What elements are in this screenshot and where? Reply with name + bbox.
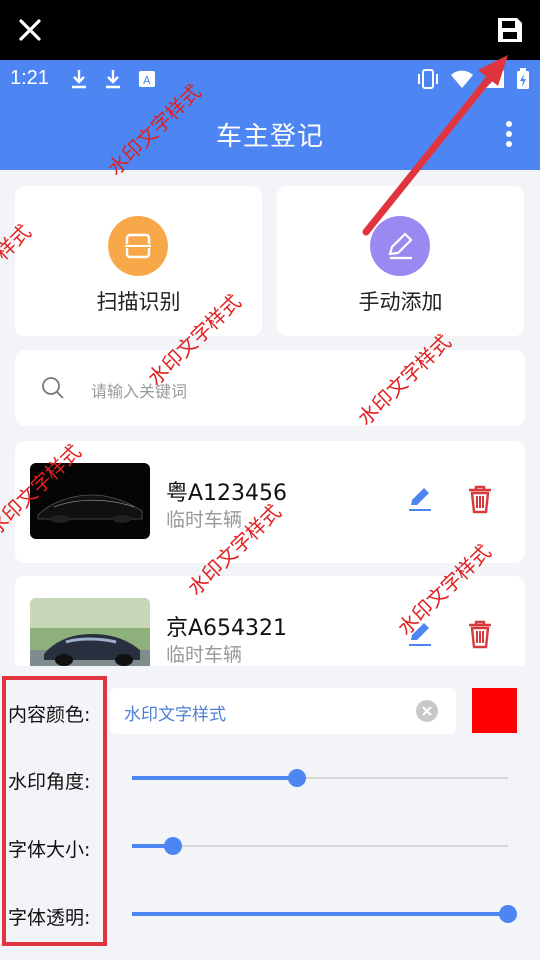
manual-add-label: 手动添加: [358, 290, 443, 314]
vehicle-plate: 京A654321: [166, 616, 288, 641]
scan-recognize-label: 扫描识别: [96, 290, 181, 314]
car-photo: [30, 463, 150, 539]
vehicle-row[interactable]: 粤A123456 临时车辆: [15, 441, 525, 563]
font-size-slider[interactable]: [132, 836, 508, 856]
pencil-icon: [370, 216, 430, 276]
trash-icon[interactable]: [466, 619, 494, 649]
highlight-box: [2, 676, 107, 946]
battery-icon: [517, 68, 529, 89]
manual-add-card[interactable]: 手动添加: [277, 186, 524, 336]
search-bar[interactable]: 请输入关键词: [15, 350, 525, 426]
slider-thumb[interactable]: [288, 769, 306, 787]
search-input[interactable]: 请输入关键词: [91, 378, 187, 402]
slider-thumb[interactable]: [164, 837, 182, 855]
translate-icon: A: [139, 71, 155, 87]
scan-recognize-card[interactable]: 扫描识别: [15, 186, 262, 336]
screen: 1:21 A 车主登记 扫描识别 手动添加 请输入关键词 粤A123456 临时…: [0, 0, 540, 960]
font-opacity-slider[interactable]: [132, 904, 517, 924]
watermark-text-value[interactable]: 水印文字样式: [124, 700, 226, 725]
more-icon[interactable]: [504, 120, 514, 148]
svg-text:A: A: [143, 74, 151, 87]
app-bar: 车主登记: [0, 98, 540, 170]
vehicle-plate: 粤A123456: [166, 481, 288, 506]
vehicle-type: 临时车辆: [166, 509, 243, 531]
vehicle-type: 临时车辆: [166, 644, 243, 666]
wifi-icon: [451, 70, 473, 88]
slider-thumb[interactable]: [499, 905, 517, 923]
watermark-text-input[interactable]: 水印文字样式: [110, 688, 456, 734]
car-photo: [30, 598, 150, 674]
search-icon: [42, 377, 64, 399]
vibrate-icon: [418, 69, 438, 89]
status-notifications: A: [68, 68, 158, 90]
status-bar: 1:21 A: [0, 60, 540, 98]
status-system-icons: [416, 68, 530, 90]
color-swatch[interactable]: [472, 688, 517, 733]
edit-icon[interactable]: [406, 620, 434, 648]
save-icon[interactable]: [494, 14, 526, 46]
angle-slider[interactable]: [132, 768, 508, 788]
edit-icon[interactable]: [406, 485, 434, 513]
download-icon: [72, 70, 86, 89]
download-icon: [106, 70, 120, 89]
scan-icon: [108, 216, 168, 276]
signal-icon: [486, 70, 504, 88]
trash-icon[interactable]: [466, 484, 494, 514]
status-time: 1:21: [10, 67, 49, 89]
page-title: 车主登记: [215, 122, 324, 152]
vehicle-row[interactable]: 京A654321 临时车辆: [15, 576, 525, 676]
clear-icon[interactable]: [416, 700, 438, 722]
editor-toolbar: [0, 0, 540, 60]
close-icon[interactable]: [14, 14, 46, 46]
